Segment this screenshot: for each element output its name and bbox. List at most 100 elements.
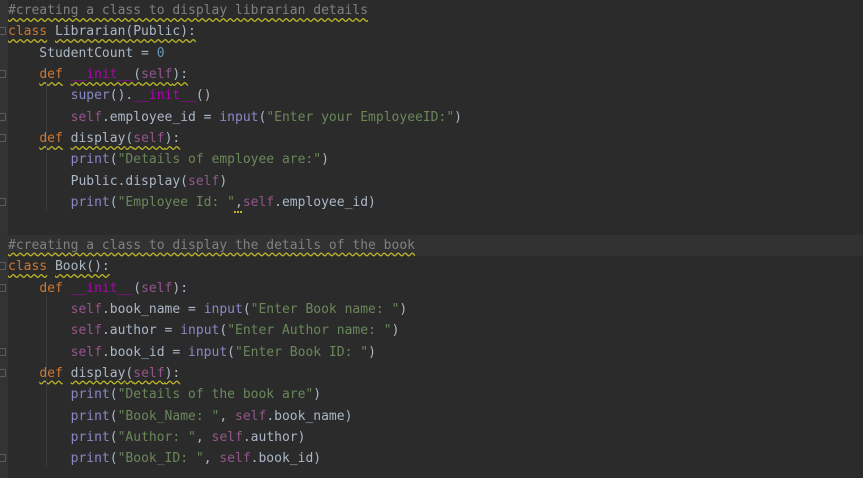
- code-line[interactable]: #creating a class to display librarian d…: [0, 0, 863, 21]
- code-line[interactable]: print("Employee Id: ",self.employee_id): [0, 192, 863, 213]
- code-line[interactable]: [0, 214, 863, 235]
- code-token: ,: [195, 430, 212, 445]
- code-line[interactable]: def __init__(self):: [0, 64, 863, 85]
- code-token: ,: [219, 408, 235, 424]
- code-token: __init__: [70, 280, 134, 296]
- code-token: def: [39, 280, 63, 296]
- fold-marker-icon[interactable]: [0, 198, 6, 207]
- fold-marker-icon[interactable]: [0, 27, 6, 36]
- fold-marker-icon[interactable]: [0, 347, 6, 356]
- code-line[interactable]: print("Book_ID: ", self.book_id): [0, 448, 863, 469]
- code-line[interactable]: class Librarian(Public):: [0, 21, 863, 42]
- fold-marker-icon[interactable]: [0, 262, 6, 271]
- code-editor[interactable]: #creating a class to display librarian d…: [0, 0, 863, 478]
- code-line[interactable]: def display(self):: [0, 363, 863, 384]
- code-token: ,: [235, 195, 243, 211]
- code-token: ):: [164, 365, 181, 381]
- code-token: super: [70, 88, 110, 104]
- code-text: print("Author: ", self.author): [8, 427, 306, 448]
- code-line[interactable]: def __init__(self):: [0, 278, 863, 299]
- fold-marker-icon[interactable]: [0, 454, 6, 463]
- indent-guide: [46, 295, 47, 467]
- code-token: display: [70, 365, 126, 381]
- code-token: Librarian(Public):: [54, 24, 196, 40]
- code-token: "Details of employee are:": [117, 152, 322, 168]
- code-token: ): [391, 323, 400, 339]
- code-line[interactable]: self.author = input("Enter Author name: …: [0, 320, 863, 341]
- code-token: ): [454, 109, 462, 125]
- code-token: "Enter your EmployeeID:": [266, 109, 455, 125]
- code-token: self: [70, 323, 102, 339]
- code-token: class: [8, 24, 48, 40]
- code-line[interactable]: print("Author: ", self.author): [0, 427, 863, 448]
- fold-marker-icon[interactable]: [0, 70, 6, 79]
- code-line[interactable]: class Book():: [0, 256, 863, 277]
- code-text: Public.display(self): [8, 171, 228, 192]
- fold-marker-icon[interactable]: [0, 134, 6, 143]
- code-token: ): [321, 152, 329, 168]
- code-line[interactable]: super().__init__(): [0, 85, 863, 106]
- code-token: "Book_ID: ": [117, 451, 204, 467]
- code-token: (: [133, 280, 142, 296]
- code-line[interactable]: print("Details of the book are"): [0, 384, 863, 405]
- code-token: self: [242, 195, 275, 211]
- code-token: (: [242, 301, 251, 317]
- code-token: self: [211, 430, 243, 445]
- code-line[interactable]: def display(self):: [0, 128, 863, 149]
- code-token: __init__: [70, 67, 134, 83]
- code-token: self: [219, 451, 251, 467]
- code-text: print("Book_ID: ", self.book_id): [8, 448, 321, 469]
- code-text: #creating a class to display the details…: [8, 235, 415, 256]
- code-line[interactable]: Public.display(self): [0, 171, 863, 192]
- code-text: print("Details of employee are:"): [8, 149, 329, 170]
- code-token: .author =: [101, 323, 181, 339]
- code-token: print: [70, 387, 110, 403]
- code-line[interactable]: self.book_id = input("Enter Book ID: "): [0, 342, 863, 363]
- fold-marker-icon[interactable]: [0, 283, 6, 292]
- code-token: ,: [203, 451, 220, 467]
- code-token: self: [70, 301, 102, 317]
- code-token: ): [399, 301, 408, 317]
- code-line[interactable]: #creating a class to display the details…: [0, 234, 863, 256]
- code-line[interactable]: print("Book_Name: ", self.book_name): [0, 406, 863, 427]
- fold-marker-icon[interactable]: [0, 112, 6, 121]
- code-text: self.author = input("Enter Author name: …: [8, 320, 400, 341]
- code-token: self: [235, 408, 267, 424]
- code-text: self.book_name = input("Enter Book name:…: [8, 299, 408, 320]
- code-line[interactable]: print("Details of employee are:"): [0, 149, 863, 170]
- code-token: .book_id): [250, 451, 322, 467]
- code-text: class Librarian(Public):: [8, 21, 196, 42]
- code-token: "Enter Book ID: ": [235, 344, 369, 360]
- code-token: "Employee Id: ": [117, 195, 235, 211]
- code-token: self: [188, 173, 220, 189]
- code-text: print("Book_Name: ", self.book_name): [8, 406, 353, 427]
- code-line[interactable]: self.employee_id = input("Enter your Emp…: [0, 107, 863, 128]
- code-text: print("Employee Id: ",self.employee_id): [8, 192, 376, 213]
- code-token: self: [70, 344, 102, 360]
- code-token: def: [39, 131, 63, 147]
- code-line[interactable]: self.book_name = input("Enter Book name:…: [0, 299, 863, 320]
- code-line[interactable]: StudentCount = 0: [0, 43, 863, 64]
- code-token: .employee_id =: [101, 109, 220, 125]
- code-text: def __init__(self):: [8, 64, 188, 85]
- code-text: super().__init__(): [8, 85, 212, 106]
- code-token: ):: [164, 131, 181, 147]
- code-token: (: [109, 430, 118, 445]
- fold-marker-icon[interactable]: [0, 368, 6, 377]
- code-token: "Author: ": [117, 430, 196, 445]
- code-token: self: [70, 109, 102, 125]
- code-token: print: [70, 451, 110, 467]
- code-token: (: [133, 67, 142, 83]
- code-token: print: [70, 152, 110, 168]
